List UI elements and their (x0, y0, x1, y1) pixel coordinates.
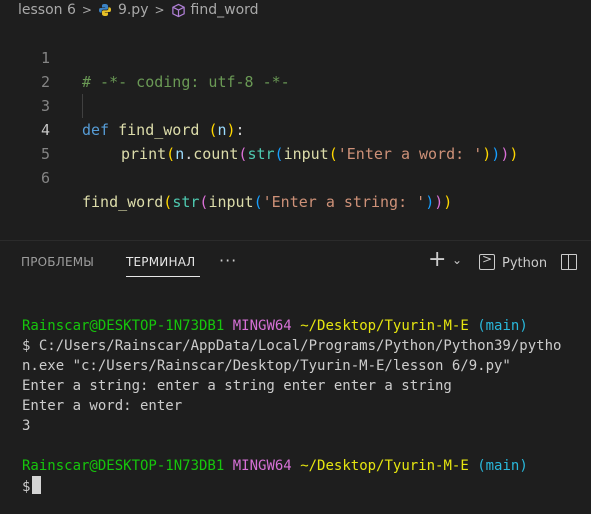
active-tab-indicator (126, 276, 200, 277)
terminal-prompt-line: Rainscar@DESKTOP-1N73DB1 MINGW64 ~/Deskt… (22, 318, 528, 334)
chevron-right-icon: > (154, 3, 165, 17)
terminal-prompt-line: Rainscar@DESKTOP-1N73DB1 MINGW64 ~/Deskt… (22, 458, 528, 474)
code-line: 2 (0, 46, 591, 91)
python-file-icon (98, 4, 111, 17)
code-editor[interactable]: 1 # -*- coding: utf-8 -*- 2 3 def find_w… (0, 22, 591, 222)
new-terminal-button[interactable]: + (428, 247, 446, 272)
terminal-output-line: Enter a word: enter (22, 398, 183, 414)
terminal-output-line: Enter a string: enter a string enter ent… (22, 378, 452, 394)
panel-tabs: ПРОБЛЕМЫ ТЕРМИНАЛ ··· + ⌄ > Python (0, 241, 591, 285)
breadcrumb-file[interactable]: 9.py (98, 2, 149, 18)
terminal-output[interactable]: Rainscar@DESKTOP-1N73DB1 MINGW64 ~/Deskt… (22, 316, 591, 496)
chevron-down-icon[interactable]: ⌄ (452, 253, 462, 267)
terminal-dollar: $ (22, 479, 31, 495)
code-line: 4 print(n.count(str(input('Enter a word:… (0, 94, 591, 163)
terminal-input-line[interactable]: $ (22, 476, 591, 496)
terminal-cursor (32, 476, 42, 494)
breadcrumb-symbol[interactable]: find_word (171, 2, 259, 18)
code-line: 1 # -*- coding: utf-8 -*- (0, 22, 591, 91)
terminal-profile-label[interactable]: Python (502, 256, 547, 271)
more-actions-icon[interactable]: ··· (219, 251, 237, 270)
code-line: 5 (0, 118, 591, 163)
tab-problems[interactable]: ПРОБЛЕМЫ (21, 255, 94, 269)
code-line: 6 find_word(str(input('Enter a string: '… (0, 142, 591, 211)
breadcrumb-file-label: 9.py (117, 2, 149, 18)
chevron-right-icon: > (81, 3, 92, 17)
terminal-icon[interactable]: > (479, 252, 495, 270)
tab-terminal[interactable]: ТЕРМИНАЛ (126, 255, 195, 269)
breadcrumb-symbol-label: find_word (190, 2, 259, 18)
terminal-output-line: 3 (22, 418, 31, 434)
split-terminal-icon[interactable] (561, 254, 577, 270)
terminal-command-line: n.exe "c:/Users/Rainscar/Desktop/Tyurin-… (22, 358, 511, 374)
breadcrumb-folder[interactable]: lesson 6 (18, 2, 76, 18)
bottom-panel: ПРОБЛЕМЫ ТЕРМИНАЛ ··· + ⌄ > Python Rains… (0, 240, 591, 514)
breadcrumb: lesson 6 > 9.py > find_word (0, 0, 591, 20)
code-line: 3 def find_word (n): (0, 70, 591, 139)
function-cube-icon (171, 3, 185, 17)
terminal-command-line: $ C:/Users/Rainscar/AppData/Local/Progra… (22, 338, 562, 354)
line-number: 6 (40, 169, 50, 187)
code-text: find_word(str(input('Enter a string: '))… (82, 193, 453, 211)
